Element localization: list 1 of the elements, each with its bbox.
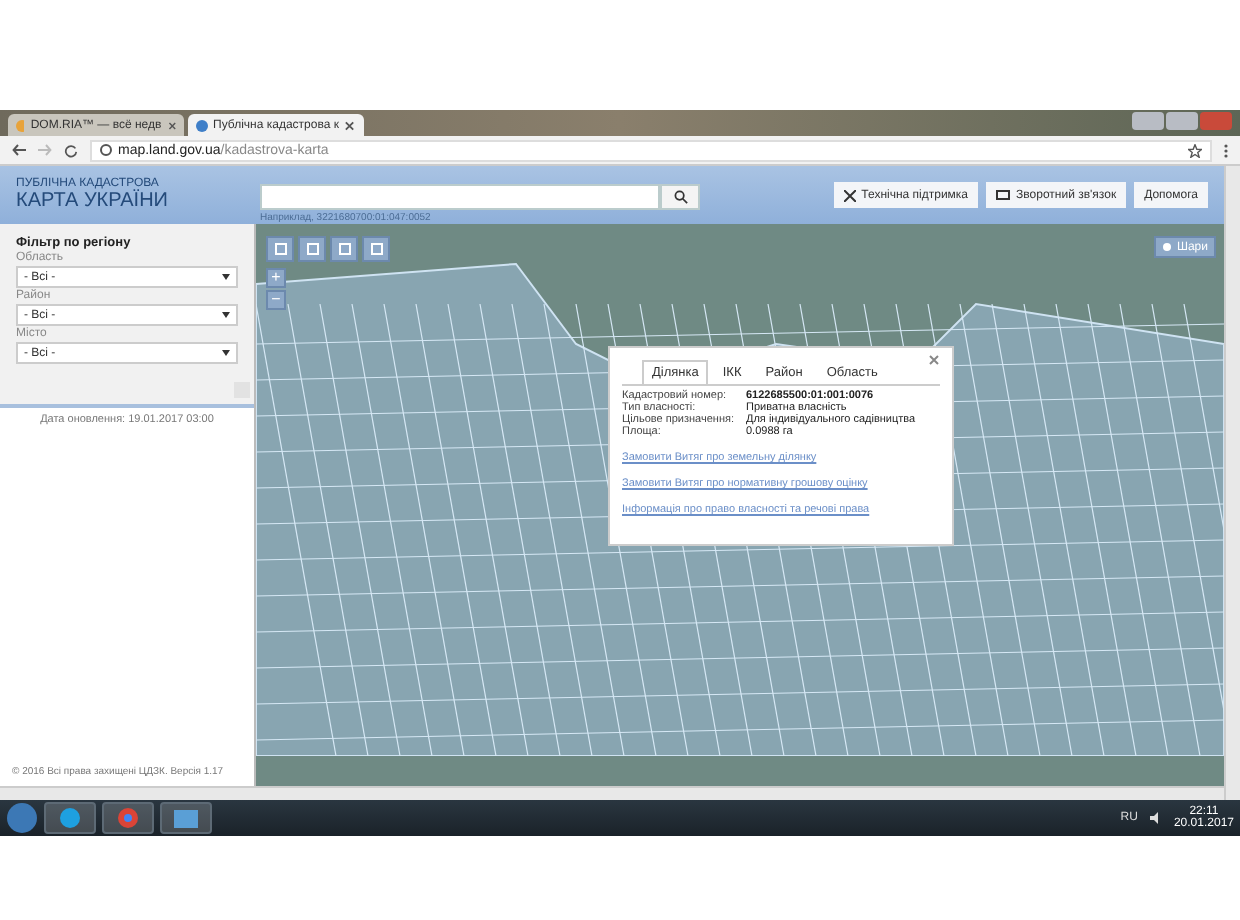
site-title: КАРТА УКРАЇНИ [16,190,170,212]
